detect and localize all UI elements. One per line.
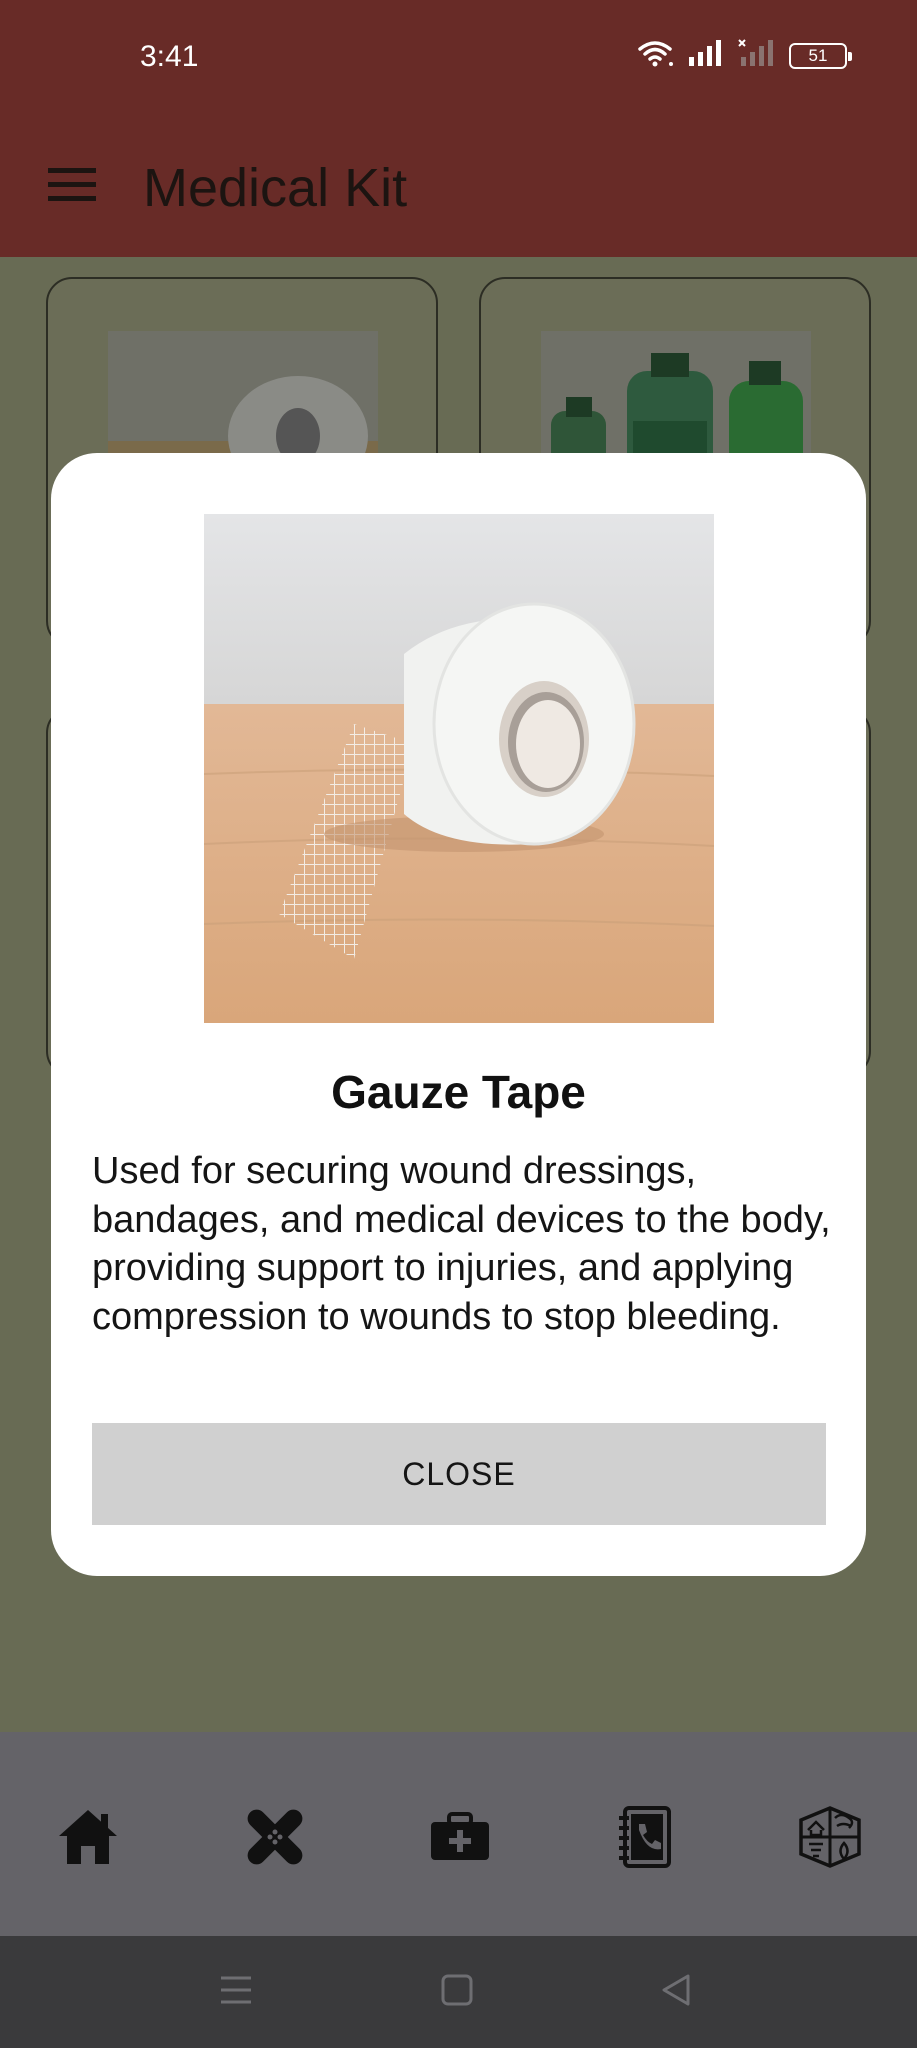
- hamburger-icon: [48, 167, 96, 207]
- recent-apps-button[interactable]: [212, 1968, 260, 2016]
- signal-no-service-icon: [737, 38, 779, 73]
- wifi-icon: [637, 38, 677, 73]
- signal-icon: [687, 38, 727, 73]
- item-detail-dialog: Gauze Tape Used for securing wound dress…: [51, 453, 866, 1576]
- home-system-button[interactable]: [433, 1968, 481, 2016]
- status-bar: 3:41 51: [0, 0, 917, 115]
- bandage-icon: [246, 1808, 304, 1871]
- disaster-guide-icon: [799, 1805, 861, 1873]
- nav-item-contacts[interactable]: [610, 1804, 680, 1874]
- dialog-description: Used for securing wound dressings, banda…: [92, 1150, 831, 1338]
- bottom-navigation: [0, 1732, 917, 1936]
- recent-apps-icon: [219, 1974, 253, 2011]
- battery-icon: 51: [789, 42, 852, 69]
- nav-item-medical-kit[interactable]: [425, 1804, 495, 1874]
- app-bar: Medical Kit: [0, 115, 917, 257]
- nav-item-disaster-guide[interactable]: [795, 1804, 865, 1874]
- nav-item-first-aid[interactable]: [240, 1804, 310, 1874]
- status-time: 3:41: [140, 40, 199, 73]
- system-navigation-bar: [0, 1936, 917, 2048]
- back-button[interactable]: [652, 1968, 700, 2016]
- square-home-icon: [441, 1974, 473, 2011]
- status-icons: 51: [637, 38, 852, 73]
- gauze-tape-image: [204, 514, 714, 1023]
- home-icon: [57, 1808, 119, 1871]
- menu-button[interactable]: [40, 155, 104, 219]
- nav-item-home[interactable]: [53, 1804, 123, 1874]
- medical-kit-icon: [429, 1811, 491, 1867]
- close-button[interactable]: CLOSE: [92, 1423, 826, 1525]
- contacts-book-icon: [617, 1805, 673, 1873]
- page-title: Medical Kit: [143, 158, 408, 218]
- back-triangle-icon: [660, 1973, 692, 2012]
- dialog-title: Gauze Tape: [331, 1066, 586, 1118]
